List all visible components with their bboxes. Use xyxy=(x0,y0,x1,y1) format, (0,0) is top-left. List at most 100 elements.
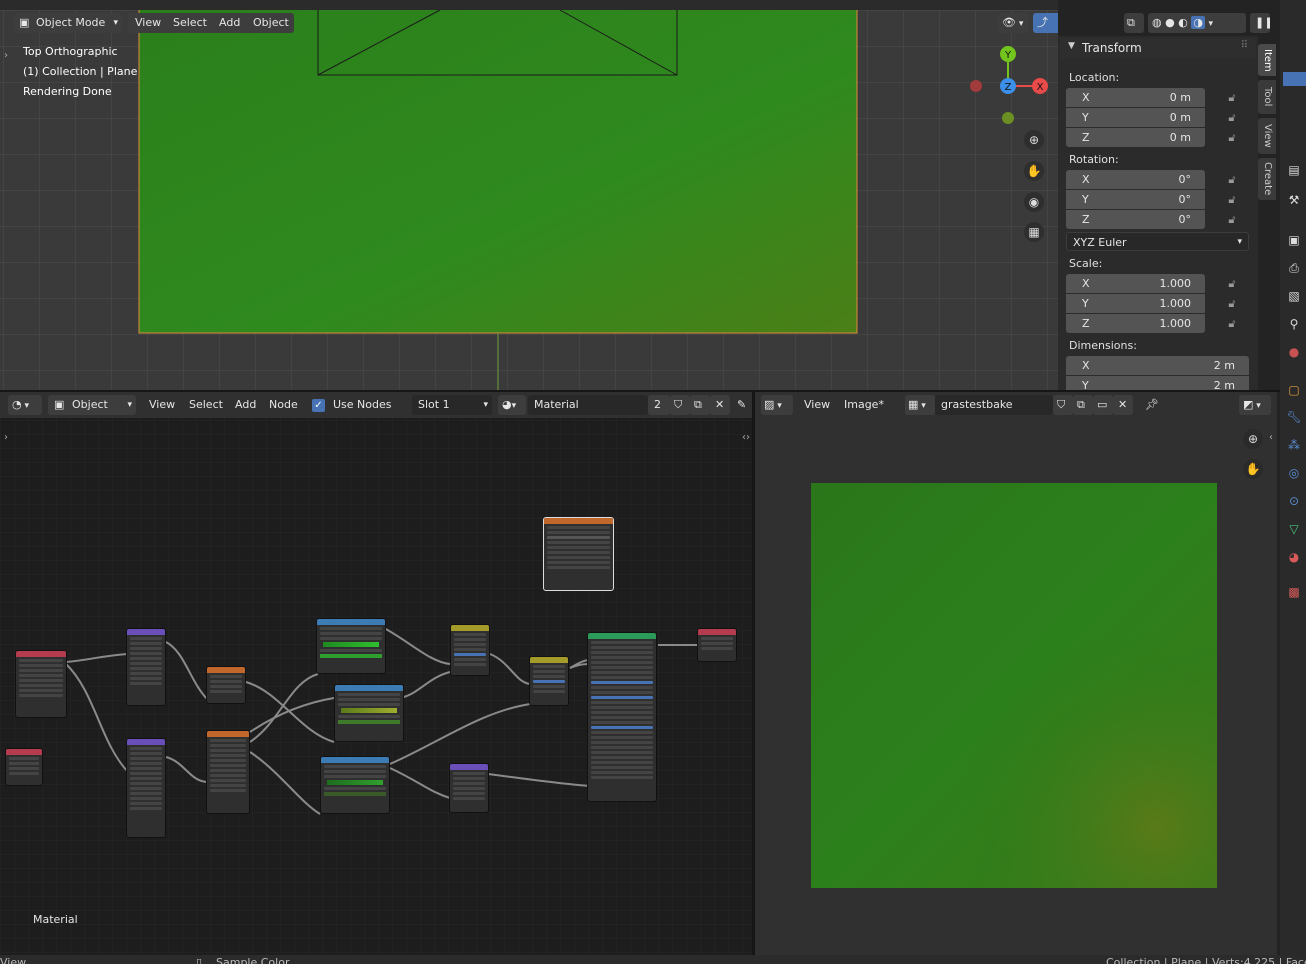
image-fake-user-button[interactable]: ⛉ xyxy=(1053,395,1073,415)
node-bump[interactable] xyxy=(449,763,489,813)
new-image-button[interactable]: ⧉ xyxy=(1073,395,1093,415)
dimensions-y-field[interactable]: Y 2 m xyxy=(1066,376,1249,390)
scale-x-field[interactable]: X 1.000 xyxy=(1066,274,1205,293)
colorramp-color[interactable] xyxy=(338,720,400,724)
display-channels-button[interactable]: ◩ ▾ xyxy=(1239,395,1271,415)
tab-item[interactable]: Item xyxy=(1258,44,1276,76)
material-name-field[interactable]: Material xyxy=(528,395,648,415)
rotation-mode-dropdown[interactable]: XYZ Euler ▾ xyxy=(1066,232,1249,251)
tab-view[interactable]: View xyxy=(1258,118,1276,154)
scale-z-field[interactable]: Z 1.000 xyxy=(1066,314,1205,333)
output-properties-icon[interactable]: ⎙ xyxy=(1284,258,1304,278)
wireframe-icon[interactable]: ◍ xyxy=(1152,16,1162,29)
node-noise-texture[interactable] xyxy=(206,730,250,814)
image-menu-image[interactable]: Image* xyxy=(839,395,889,415)
node-menu-add[interactable]: Add xyxy=(230,395,261,415)
lock-icon[interactable]: 🔓︎ xyxy=(1225,297,1239,311)
gizmo-toggle[interactable]: ⤴ xyxy=(1033,13,1058,33)
xray-toggle[interactable]: ⧉ xyxy=(1124,13,1144,33)
viewport-menu-object[interactable]: Object xyxy=(248,13,294,33)
camera-icon[interactable]: ◉ xyxy=(1024,192,1044,212)
node-mapping[interactable] xyxy=(126,738,166,838)
object-data-properties-icon[interactable]: ▽ xyxy=(1284,519,1304,539)
pause-render-button[interactable]: ❚❚ xyxy=(1250,13,1270,33)
colorramp-color[interactable] xyxy=(320,654,382,658)
node-editor[interactable]: ◔ ▾ ▣ Object ▾ View Select Add Node ✓ Us… xyxy=(0,392,752,955)
node-mapping[interactable] xyxy=(126,628,166,706)
area-divider[interactable] xyxy=(752,392,755,955)
zoom-icon[interactable]: ⊕ xyxy=(1243,429,1263,449)
node-colorramp[interactable] xyxy=(320,756,390,814)
viewport-3d[interactable]: ▣ Object Mode ▾ View Select Add Object 👁… xyxy=(0,0,1058,390)
node-principled-bsdf[interactable] xyxy=(587,632,657,802)
location-x-field[interactable]: X 0 m xyxy=(1066,88,1205,107)
colorramp-bar[interactable] xyxy=(323,642,379,647)
node-menu-view[interactable]: View xyxy=(144,395,180,415)
unlink-material-button[interactable]: ✕ xyxy=(710,395,730,415)
object-mode-dropdown[interactable]: ▣ Object Mode ▾ xyxy=(14,13,122,33)
lock-icon[interactable]: 🔓︎ xyxy=(1225,111,1239,125)
lock-icon[interactable]: 🔓︎ xyxy=(1225,213,1239,227)
hand-pan-icon[interactable]: ✋ xyxy=(1024,161,1044,181)
image-menu-view[interactable]: View xyxy=(799,395,835,415)
pin-icon[interactable]: ✎ xyxy=(734,395,752,415)
node-material-output[interactable] xyxy=(697,628,737,662)
zoom-icon[interactable]: ⊕ xyxy=(1024,130,1044,150)
expand-sidebar-icon[interactable]: ‹› xyxy=(742,432,750,443)
rendered-icon[interactable]: ◑ xyxy=(1191,16,1205,29)
navigation-gizmo[interactable]: Y X Z xyxy=(966,42,1056,132)
material-preview-icon[interactable]: ◐ xyxy=(1178,16,1188,29)
modifier-properties-icon[interactable]: 🔧︎ xyxy=(1284,407,1304,427)
lock-icon[interactable]: 🔓︎ xyxy=(1225,131,1239,145)
rotation-x-field[interactable]: X 0° xyxy=(1066,170,1205,189)
grid-view-icon[interactable]: ▦ xyxy=(1024,222,1044,242)
node-colorramp[interactable] xyxy=(316,618,386,674)
chevron-right-icon[interactable]: › xyxy=(4,50,8,61)
pin-image-button[interactable]: 📌︎ xyxy=(1141,395,1161,415)
expand-sidebar-icon[interactable]: ‹ xyxy=(1269,432,1273,443)
viewport-menu-add[interactable]: Add xyxy=(214,13,245,33)
editor-type-node-button[interactable]: ◔ ▾ xyxy=(8,395,42,415)
colorramp-bar[interactable] xyxy=(341,708,397,713)
rotation-y-field[interactable]: Y 0° xyxy=(1066,190,1205,209)
object-properties-icon[interactable]: ▢ xyxy=(1284,380,1304,400)
constraints-properties-icon[interactable]: ⊙ xyxy=(1284,491,1304,511)
colorramp-bar[interactable] xyxy=(327,780,383,785)
material-browse-button[interactable]: ◕▾ xyxy=(498,395,526,415)
slot-dropdown[interactable]: Slot 1 ▾ xyxy=(412,395,492,415)
image-editor[interactable]: ▨ ▾ View Image* ▦ ▾ grastestbake ⛉ ⧉ ▭ ✕… xyxy=(755,392,1277,955)
particles-properties-icon[interactable]: ⁂ xyxy=(1284,435,1304,455)
chevron-right-icon[interactable]: › xyxy=(4,432,8,443)
node-texture-coordinate[interactable] xyxy=(15,650,67,718)
node-object-info[interactable] xyxy=(5,748,43,786)
lock-icon[interactable]: 🔓︎ xyxy=(1225,277,1239,291)
viewport-menu-select[interactable]: Select xyxy=(168,13,212,33)
editor-type-image-button[interactable]: ▨ ▾ xyxy=(761,395,793,415)
colorramp-color[interactable] xyxy=(324,792,386,796)
hand-pan-icon[interactable]: ✋ xyxy=(1243,459,1263,479)
viewport-menu-view[interactable]: View xyxy=(130,13,166,33)
lock-icon[interactable]: 🔓︎ xyxy=(1225,193,1239,207)
drag-handle-icon[interactable]: ⠿ xyxy=(1241,40,1248,51)
wrench-tool-icon[interactable]: ⚒ xyxy=(1284,190,1304,210)
node-mix[interactable] xyxy=(450,624,490,676)
chevron-down-icon[interactable]: ▾ xyxy=(1208,19,1213,29)
shading-modes[interactable]: ◍ ● ◐ ◑ ▾ xyxy=(1148,13,1246,33)
texture-properties-icon[interactable]: ▩ xyxy=(1284,582,1304,602)
view-layer-icon[interactable]: ▧ xyxy=(1284,286,1304,306)
unlink-image-button[interactable]: ✕ xyxy=(1113,395,1133,415)
shader-type-dropdown[interactable]: ▣ Object ▾ xyxy=(48,395,136,415)
material-user-count[interactable]: 2 xyxy=(648,395,670,415)
node-colorramp[interactable] xyxy=(334,684,404,742)
tab-tool[interactable]: Tool xyxy=(1258,80,1276,114)
node-menu-select[interactable]: Select xyxy=(184,395,228,415)
node-mix[interactable] xyxy=(529,656,569,706)
image-browse-button[interactable]: ▦ ▾ xyxy=(905,395,935,415)
scene-properties-icon[interactable]: ⚲ xyxy=(1284,314,1304,334)
tab-create[interactable]: Create xyxy=(1258,158,1276,200)
rotation-z-field[interactable]: Z 0° xyxy=(1066,210,1205,229)
material-properties-icon[interactable]: ◕ xyxy=(1284,547,1304,567)
solid-icon[interactable]: ● xyxy=(1165,16,1175,29)
node-image-texture[interactable] xyxy=(543,517,614,591)
image-name-field[interactable]: grastestbake xyxy=(935,395,1053,415)
